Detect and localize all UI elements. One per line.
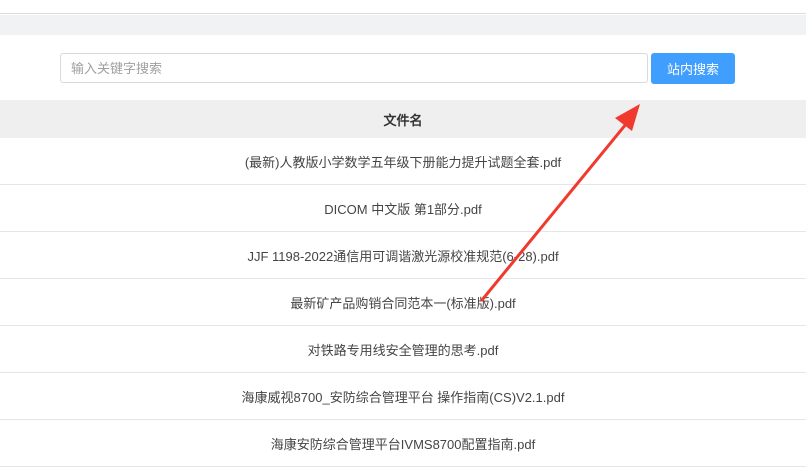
search-input[interactable]	[60, 53, 648, 83]
column-header-filename: 文件名	[0, 100, 806, 138]
table-row[interactable]: JJF 1198-2022通信用可调谐激光源校准规范(6-28).pdf	[0, 232, 806, 279]
table-row[interactable]: 对铁路专用线安全管理的思考.pdf	[0, 326, 806, 373]
top-strip	[0, 0, 806, 14]
site-search-button[interactable]: 站内搜索	[651, 53, 735, 84]
header-band	[0, 15, 806, 35]
table-row[interactable]: 海康威视8700_安防综合管理平台 操作指南(CS)V2.1.pdf	[0, 373, 806, 420]
table-row[interactable]: (最新)人教版小学数学五年级下册能力提升试题全套.pdf	[0, 138, 806, 185]
table-row[interactable]: 最新矿产品购销合同范本一(标准版).pdf	[0, 279, 806, 326]
page: 站内搜索 文件名 (最新)人教版小学数学五年级下册能力提升试题全套.pdf DI…	[0, 0, 806, 476]
table-row[interactable]: DICOM 中文版 第1部分.pdf	[0, 185, 806, 232]
file-table: 文件名 (最新)人教版小学数学五年级下册能力提升试题全套.pdf DICOM 中…	[0, 100, 806, 467]
table-row[interactable]: 海康安防综合管理平台IVMS8700配置指南.pdf	[0, 420, 806, 467]
